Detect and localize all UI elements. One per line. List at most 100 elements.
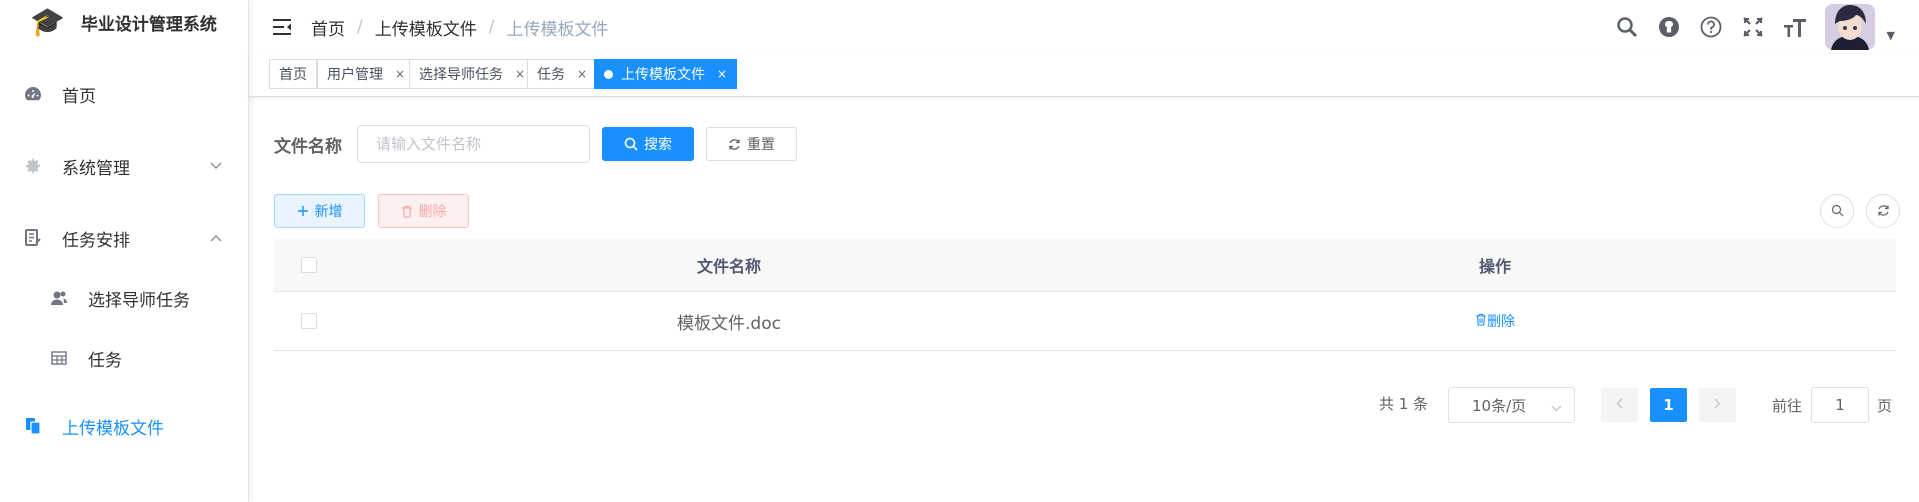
graduation-cap-icon: 🎓 <box>30 5 65 38</box>
sidebar-item-label: 任务安排 <box>62 230 130 251</box>
column-actions: 操作 <box>1478 257 1511 276</box>
pagination: 共 1 条 10条/页 1 前往 页 <box>249 387 1919 423</box>
sidebar-item-upload-template[interactable]: 上传模板文件 <box>0 398 248 454</box>
search-button-label: 搜索 <box>644 137 672 153</box>
breadcrumb-separator: / <box>357 17 363 37</box>
page-size-value: 10条/页 <box>1472 396 1527 415</box>
file-name-input[interactable] <box>357 125 590 163</box>
sidebar-logo[interactable]: 🎓 毕业设计管理系统 <box>0 0 248 44</box>
close-icon[interactable]: × <box>515 67 525 81</box>
tag-home[interactable]: 首页 <box>269 59 317 89</box>
refresh-icon <box>728 138 741 151</box>
tag-label: 任务 <box>537 67 565 83</box>
select-all-checkbox[interactable] <box>301 257 317 273</box>
file-name-label: 文件名称 <box>274 136 342 157</box>
breadcrumb-item-home[interactable]: 首页 <box>311 15 345 40</box>
refresh-button[interactable] <box>1866 194 1900 228</box>
breadcrumb-item-current: 上传模板文件 <box>506 19 609 40</box>
trash-icon <box>401 205 413 218</box>
sidebar: 🎓 毕业设计管理系统 首页 系统管理 任务安排 选择导师任务 任务 上传模板文件 <box>0 0 249 502</box>
question-icon[interactable] <box>1699 15 1723 39</box>
sidebar-item-label: 任务 <box>88 350 122 371</box>
file-table: 文件名称 操作 模板文件.doc 删除 <box>274 239 1896 351</box>
avatar[interactable] <box>1824 4 1875 50</box>
close-icon[interactable]: × <box>577 67 587 81</box>
tag-task[interactable]: 任务 × <box>527 59 598 89</box>
fullscreen-icon[interactable] <box>1741 15 1765 39</box>
page-number-current[interactable]: 1 <box>1650 388 1687 422</box>
trash-icon <box>1475 313 1487 330</box>
search-icon[interactable] <box>1615 15 1639 39</box>
close-icon[interactable]: × <box>717 67 727 81</box>
cell-file-name: 模板文件.doc <box>677 313 781 334</box>
sidebar-item-choose-advisor-task[interactable]: 选择导师任务 <box>0 270 248 326</box>
sidebar-item-tasks[interactable]: 任务安排 <box>0 210 248 266</box>
add-button-label: 新增 <box>314 204 343 220</box>
search-icon <box>1831 202 1844 221</box>
reset-button[interactable]: 重置 <box>706 127 797 161</box>
tag-label: 上传模板文件 <box>621 67 705 83</box>
table-header: 文件名称 操作 <box>274 239 1896 292</box>
sidebar-item-label: 上传模板文件 <box>62 418 164 439</box>
chevron-left-icon <box>1616 397 1623 413</box>
caret-down-icon[interactable]: ▼ <box>1887 29 1895 42</box>
plus-icon <box>297 205 309 217</box>
app-title: 毕业设计管理系统 <box>80 14 217 35</box>
upload-file-icon <box>22 415 44 437</box>
sidebar-item-task[interactable]: 任务 <box>0 330 248 386</box>
refresh-icon <box>1877 202 1890 221</box>
main-content: 文件名称 搜索 重置 新增 删除 <box>249 97 1919 502</box>
goto-label: 前往 <box>1772 397 1803 415</box>
sidebar-item-label: 选择导师任务 <box>88 290 190 311</box>
breadcrumb-separator: / <box>488 17 495 37</box>
reset-button-label: 重置 <box>747 137 775 153</box>
page-suffix: 页 <box>1877 397 1893 415</box>
search-icon <box>624 137 638 151</box>
column-file-name: 文件名称 <box>696 257 761 276</box>
chevron-right-icon <box>1714 397 1721 413</box>
toolbar: 新增 删除 <box>274 194 469 228</box>
cell-actions: 删除 <box>1094 311 1896 332</box>
active-dot-icon <box>604 69 613 79</box>
pagination-total: 共 1 条 <box>1379 395 1429 413</box>
font-size-icon[interactable] <box>1783 15 1807 39</box>
sidebar-item-label: 首页 <box>62 86 96 107</box>
search-form: 文件名称 搜索 重置 <box>274 125 797 163</box>
task-list-icon <box>22 227 44 249</box>
close-icon[interactable]: × <box>395 67 405 81</box>
chevron-up-icon <box>210 230 222 246</box>
tag-user-management[interactable]: 用户管理 × <box>317 59 416 89</box>
delete-button-label: 删除 <box>418 204 447 220</box>
right-menu: ▼ <box>1615 0 1919 54</box>
table-row: 模板文件.doc 删除 <box>274 292 1896 351</box>
goto-page-input[interactable] <box>1811 387 1869 423</box>
tag-choose-advisor-task[interactable]: 选择导师任务 × <box>409 59 536 89</box>
user-group-icon <box>48 287 70 309</box>
breadcrumb: 首页 / 上传模板文件 / 上传模板文件 <box>311 15 608 40</box>
page-size-select[interactable]: 10条/页 <box>1448 387 1575 423</box>
row-checkbox[interactable] <box>301 313 317 329</box>
sidebar-item-home[interactable]: 首页 <box>0 66 248 122</box>
table-icon <box>48 347 70 369</box>
dashboard-icon <box>22 83 44 105</box>
search-button[interactable]: 搜索 <box>602 127 694 161</box>
github-icon[interactable] <box>1657 15 1681 39</box>
toggle-search-button[interactable] <box>1820 194 1854 228</box>
prev-page-button[interactable] <box>1601 388 1638 422</box>
hamburger-icon[interactable] <box>271 16 293 38</box>
gear-icon <box>22 155 44 177</box>
tag-label: 选择导师任务 <box>419 67 503 83</box>
chevron-down-icon <box>210 158 222 174</box>
navbar: 首页 / 上传模板文件 / 上传模板文件 ▼ <box>249 0 1919 54</box>
sidebar-item-label: 系统管理 <box>62 158 130 179</box>
next-page-button[interactable] <box>1699 388 1736 422</box>
delete-button[interactable]: 删除 <box>378 194 469 228</box>
row-delete-link[interactable]: 删除 <box>1475 311 1515 331</box>
tag-upload-template[interactable]: 上传模板文件 × <box>594 59 738 89</box>
add-button[interactable]: 新增 <box>274 194 365 228</box>
tag-label: 首页 <box>279 67 307 83</box>
sidebar-item-system[interactable]: 系统管理 <box>0 138 248 194</box>
tag-label: 用户管理 <box>327 67 383 83</box>
row-delete-label: 删除 <box>1487 314 1515 331</box>
breadcrumb-item-upload[interactable]: 上传模板文件 <box>375 15 477 40</box>
